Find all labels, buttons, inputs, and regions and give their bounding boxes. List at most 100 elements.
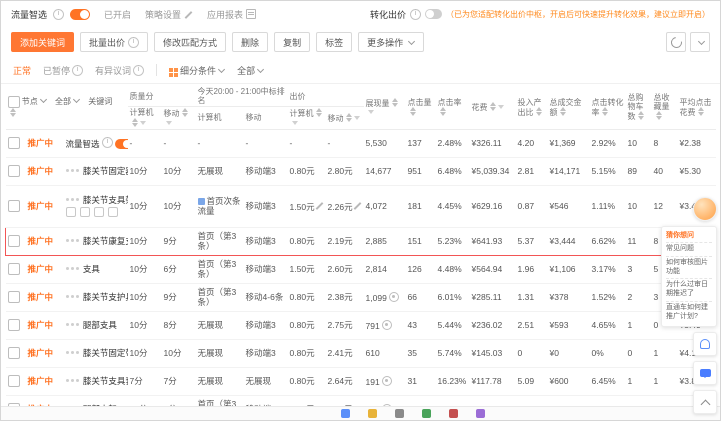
scope-filter[interactable]: 全部: [55, 96, 81, 106]
refresh-button[interactable]: [666, 32, 686, 52]
bid-mobile-value[interactable]: 2.80元: [328, 166, 353, 176]
batch-bid-button[interactable]: 批量出价: [80, 32, 149, 52]
collapse-button[interactable]: [690, 32, 710, 52]
add-icon[interactable]: [65, 207, 76, 218]
col-favs[interactable]: 总收藏量: [651, 84, 678, 130]
sort-icon[interactable]: [409, 106, 416, 116]
delete-button[interactable]: 删除: [232, 32, 269, 52]
bid-pc-value[interactable]: 1.50元: [290, 202, 315, 212]
col-cpc[interactable]: 平均点击花费: [677, 84, 716, 130]
bid-pc-value[interactable]: 0.80元: [290, 292, 315, 302]
funnel-icon[interactable]: [353, 115, 360, 120]
col-cvr[interactable]: 点击转化率: [589, 84, 626, 130]
keyword-label[interactable]: 膝关节固定器: [83, 166, 128, 176]
bid-pc-value[interactable]: 0.80元: [290, 376, 315, 386]
row-checkbox[interactable]: [8, 235, 20, 248]
help-item[interactable]: 常见问题: [666, 242, 712, 256]
add-keyword-button[interactable]: 添加关键词: [11, 32, 75, 52]
analysis-icon[interactable]: [79, 207, 90, 218]
sort-icon[interactable]: [345, 112, 352, 122]
bid-mobile-cell[interactable]: 2.26元: [325, 185, 364, 228]
bid-mobile-cell[interactable]: 2.41元: [325, 339, 364, 368]
col-ctr[interactable]: 点击率: [435, 84, 470, 130]
col-impressions[interactable]: 展现量: [363, 84, 406, 130]
sort-icon[interactable]: [9, 108, 16, 118]
sort-icon[interactable]: [697, 106, 704, 116]
sort-icon[interactable]: [601, 106, 608, 116]
tag-button[interactable]: 标签: [316, 32, 353, 52]
quality-pc-subheader[interactable]: 计算机: [127, 106, 162, 130]
row-checkbox[interactable]: [7, 291, 20, 304]
bid-mobile-value[interactable]: 2.75元: [328, 320, 353, 330]
copy-button[interactable]: 复制: [274, 32, 311, 52]
bid-pc-value[interactable]: 0.80元: [290, 348, 315, 358]
taskbar-icon[interactable]: [341, 409, 350, 418]
bid-pc-value[interactable]: -: [290, 138, 293, 148]
pencil-icon[interactable]: [353, 201, 362, 210]
chat-button[interactable]: [693, 361, 717, 386]
bid-mobile-cell[interactable]: 2.64元: [325, 367, 364, 396]
bid-pc-value[interactable]: 0.80元: [290, 236, 315, 246]
select-all-checkbox[interactable]: [7, 96, 20, 109]
tab-flagged[interactable]: 有异议词: [95, 64, 145, 77]
bell-button[interactable]: [693, 332, 717, 357]
col-gmv[interactable]: 总成交金额: [547, 84, 590, 130]
bid-pc-subheader[interactable]: 计算机: [287, 106, 326, 130]
col-cost[interactable]: 花费: [469, 84, 516, 130]
bid-pc-cell[interactable]: 0.80元: [287, 226, 326, 256]
bid-pc-value[interactable]: 0.80元: [290, 320, 315, 330]
keyword-label[interactable]: 流量智选: [66, 139, 100, 149]
keyword-label[interactable]: 腿部支具: [83, 320, 117, 330]
help-item[interactable]: 如何审核图片功能: [666, 255, 712, 279]
sort-icon[interactable]: [535, 106, 542, 116]
bid-mobile-cell[interactable]: 2.80元: [325, 157, 364, 186]
funnel-icon[interactable]: [367, 109, 374, 114]
keyword-label[interactable]: 支具: [83, 264, 100, 274]
bid-mobile-value[interactable]: 2.60元: [328, 264, 353, 274]
smart-traffic-toggle[interactable]: [70, 8, 91, 20]
help-item[interactable]: 为什么过审日期推迟了: [666, 278, 712, 301]
bid-mobile-value[interactable]: 2.38元: [328, 292, 353, 302]
table-row[interactable]: 推广中 膝关节支具架 10分 10分 首页次条流量 移动端3 1.: [5, 185, 716, 228]
table-row[interactable]: 推广中 膝关节支护具 10分 9分 首页（第3条） 移动4-6条 0.80元 2…: [5, 283, 716, 312]
modify-match-button[interactable]: 修改匹配方式: [154, 32, 227, 52]
bid-pc-cell[interactable]: 1.50元: [287, 185, 326, 228]
conversion-bid-toggle[interactable]: [425, 9, 442, 19]
bid-pc-value[interactable]: 0.80元: [290, 166, 315, 176]
bid-mobile-cell[interactable]: -: [325, 129, 364, 158]
funnel-icon[interactable]: [497, 105, 504, 110]
row-checkbox[interactable]: [7, 137, 20, 150]
bid-mobile-cell[interactable]: 2.60元: [325, 255, 364, 284]
sort-icon[interactable]: [559, 106, 566, 116]
row-checkbox[interactable]: [7, 319, 20, 332]
table-row[interactable]: 推广中 腿部支具 10分 8分 无展现 移动端3 0.80元 2.75元 791…: [5, 311, 716, 340]
more-icon[interactable]: [107, 207, 118, 218]
sort-icon[interactable]: [131, 117, 138, 127]
taskbar-icon[interactable]: [395, 409, 404, 418]
keyword-label[interactable]: 膝关节支具套: [83, 376, 128, 386]
back-to-top-button[interactable]: [693, 390, 717, 415]
tab-paused[interactable]: 已暂停: [43, 64, 84, 77]
bid-pc-value[interactable]: 1.50元: [290, 264, 315, 274]
help-item[interactable]: 直通车如何建推广计划?: [666, 300, 712, 324]
row-checkbox[interactable]: [7, 375, 20, 388]
row-checkbox[interactable]: [7, 165, 20, 178]
more-actions-button[interactable]: 更多操作: [358, 32, 425, 52]
node-filter[interactable]: 节点: [22, 96, 47, 106]
bid-mobile-cell[interactable]: 2.75元: [325, 311, 364, 340]
bid-mobile-value[interactable]: -: [328, 138, 331, 148]
segment-select[interactable]: 细分条件: [169, 64, 226, 77]
funnel-icon[interactable]: [139, 120, 146, 125]
taskbar-icon[interactable]: [449, 409, 458, 418]
table-row[interactable]: 推广中 膝关节康复支具 10分 9分 首页（第3条） 移动端3 0.80元 2.…: [5, 226, 717, 256]
bid-mobile-value[interactable]: 2.41元: [328, 348, 353, 358]
keyword-label[interactable]: 膝关节支具架: [83, 195, 128, 205]
funnel-icon[interactable]: [165, 120, 172, 125]
table-row[interactable]: 推广中 膝关节固定带 10分 10分 无展现 移动端3 0.80元 2.41元 …: [5, 339, 716, 368]
edit-icon[interactable]: [93, 207, 104, 218]
scope-select[interactable]: 全部: [237, 64, 265, 77]
table-row[interactable]: 推广中 膝关节支具套 7分 7分 无展现 无展现 0.80元 2.64元 191…: [5, 367, 716, 396]
table-row[interactable]: 推广中 流量智选 - - - - - - 5,530 137 2.48% ¥32…: [5, 129, 716, 158]
taskbar-icon[interactable]: [368, 409, 377, 418]
sort-icon[interactable]: [655, 111, 662, 121]
